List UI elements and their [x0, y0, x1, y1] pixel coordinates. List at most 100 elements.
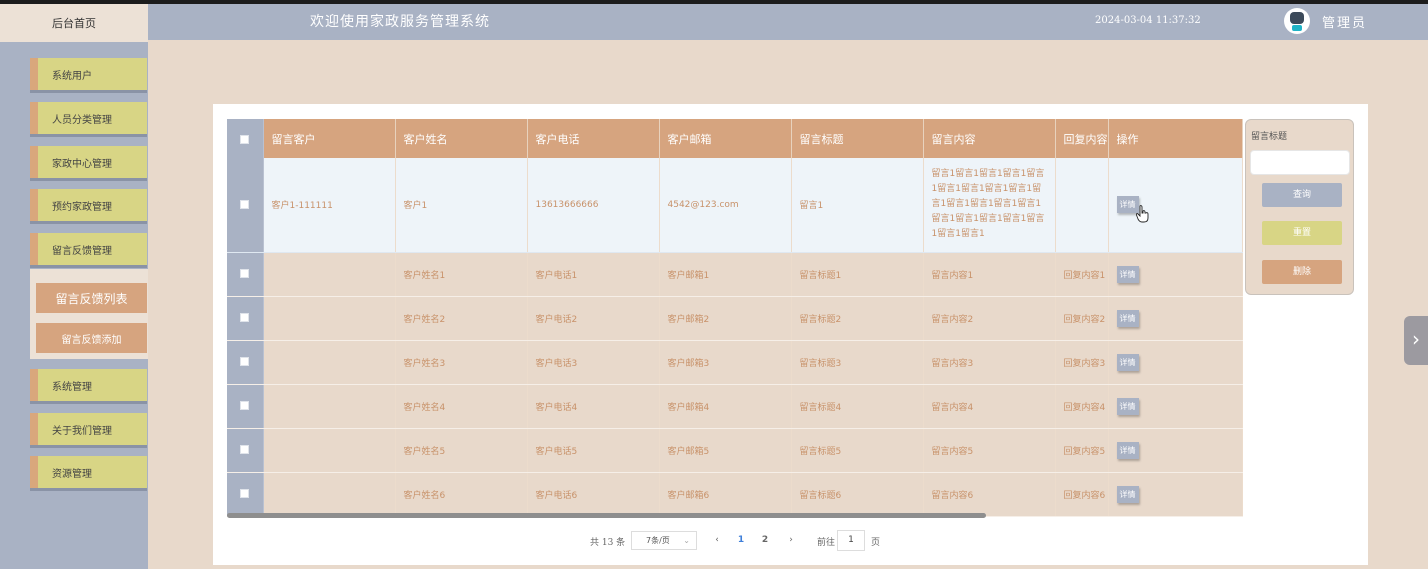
- row-checkbox[interactable]: [227, 472, 264, 517]
- page-size-value: 7条/页: [646, 536, 670, 545]
- cell-email: 客户邮箱5: [659, 428, 792, 473]
- avatar-robot-icon[interactable]: [1284, 8, 1310, 34]
- detail-button[interactable]: 详情: [1116, 353, 1139, 371]
- cell-customer: [263, 252, 396, 297]
- page-title: 欢迎使用家政服务管理系统: [310, 14, 490, 30]
- cell-reply: 回复内容5: [1055, 428, 1109, 473]
- prev-page-button[interactable]: ‹: [707, 531, 727, 550]
- col-header-content[interactable]: 留言内容: [923, 119, 1056, 158]
- detail-button[interactable]: 详情: [1116, 485, 1139, 503]
- sidebar-item-system-settings[interactable]: 系统管理: [30, 369, 147, 401]
- home-link[interactable]: 后台首页: [0, 4, 148, 42]
- row-checkbox[interactable]: [227, 384, 264, 429]
- cell-reply: 回复内容1: [1055, 252, 1109, 297]
- table-row[interactable]: 客户姓名6 客户电话6 客户邮箱6 留言标题6 留言内容6 回复内容6 详情: [227, 472, 1243, 517]
- table-row[interactable]: 客户姓名1 客户电话1 客户邮箱1 留言标题1 留言内容1 回复内容1 详情: [227, 252, 1243, 297]
- col-header-title[interactable]: 留言标题: [791, 119, 924, 158]
- goto-label: 前往: [817, 538, 836, 548]
- table-row[interactable]: 客户1-111111 客户1 13613666666 4542@123.com …: [227, 158, 1243, 253]
- goto-suffix: 页: [871, 538, 881, 548]
- hand-pointer-icon: [1136, 205, 1149, 223]
- detail-button[interactable]: 详情: [1116, 309, 1139, 327]
- cell-customer: [263, 340, 396, 385]
- search-panel: 留言标题 查询 重置 删除: [1245, 119, 1354, 295]
- sidebar-item-feedback[interactable]: 留言反馈管理: [30, 233, 147, 265]
- col-header-actions: 操作: [1108, 119, 1243, 158]
- cell-title: 留言标题3: [791, 340, 924, 385]
- cell-phone: 13613666666: [527, 158, 660, 253]
- cell-name: 客户姓名2: [395, 296, 528, 341]
- cell-name: 客户姓名3: [395, 340, 528, 385]
- cell-reply: 回复内容3: [1055, 340, 1109, 385]
- row-checkbox[interactable]: [227, 340, 264, 385]
- next-page-button[interactable]: ›: [781, 531, 801, 550]
- chevron-down-icon: ⌄: [683, 536, 690, 545]
- col-header-email[interactable]: 客户邮箱: [659, 119, 792, 158]
- cell-email: 4542@123.com: [659, 158, 792, 253]
- cell-customer: [263, 428, 396, 473]
- sidebar-item-system-users[interactable]: 系统用户: [30, 58, 147, 90]
- detail-button[interactable]: 详情: [1116, 441, 1139, 459]
- cell-reply: [1055, 158, 1109, 253]
- sidebar: 系统用户 人员分类管理 家政中心管理 预约家政管理 留言反馈管理 留言反馈列表 …: [0, 42, 148, 569]
- select-all-checkbox[interactable]: [227, 119, 264, 158]
- table-row[interactable]: 客户姓名4 客户电话4 客户邮箱4 留言标题4 留言内容4 回复内容4 详情: [227, 384, 1243, 429]
- cell-customer: [263, 384, 396, 429]
- col-header-phone[interactable]: 客户电话: [527, 119, 660, 158]
- cell-phone: 客户电话1: [527, 252, 660, 297]
- reset-button[interactable]: 重置: [1262, 221, 1342, 245]
- total-count: 共 13 条: [590, 538, 626, 548]
- query-button[interactable]: 查询: [1262, 183, 1342, 207]
- sidebar-item-staff-category[interactable]: 人员分类管理: [30, 102, 147, 134]
- user-name[interactable]: 管理员: [1322, 12, 1367, 31]
- cell-content: 留言内容1: [923, 252, 1056, 297]
- delete-button[interactable]: 删除: [1262, 260, 1342, 284]
- sidebar-item-booking[interactable]: 预约家政管理: [30, 189, 147, 221]
- row-checkbox[interactable]: [227, 252, 264, 297]
- cell-actions: 详情: [1108, 158, 1243, 253]
- submenu-feedback-add[interactable]: 留言反馈添加: [36, 323, 147, 353]
- row-checkbox[interactable]: [227, 428, 264, 473]
- row-checkbox[interactable]: [227, 296, 264, 341]
- cell-customer: [263, 472, 396, 517]
- cell-title: 留言标题4: [791, 384, 924, 429]
- page-2-button[interactable]: 2: [755, 531, 775, 550]
- sidebar-item-resources[interactable]: 资源管理: [30, 456, 147, 488]
- cell-phone: 客户电话5: [527, 428, 660, 473]
- cell-email: 客户邮箱3: [659, 340, 792, 385]
- cell-actions: 详情: [1108, 340, 1243, 385]
- sidebar-item-service-center[interactable]: 家政中心管理: [30, 146, 147, 178]
- table-row[interactable]: 客户姓名5 客户电话5 客户邮箱5 留言标题5 留言内容5 回复内容5 详情: [227, 428, 1243, 473]
- cell-reply: 回复内容2: [1055, 296, 1109, 341]
- page-size-select[interactable]: 7条/页 ⌄: [631, 531, 697, 550]
- cell-reply: 回复内容4: [1055, 384, 1109, 429]
- table-row[interactable]: 客户姓名2 客户电话2 客户邮箱2 留言标题2 留言内容2 回复内容2 详情: [227, 296, 1243, 341]
- cell-content: 留言内容4: [923, 384, 1056, 429]
- cell-title: 留言1: [791, 158, 924, 253]
- row-checkbox[interactable]: [227, 158, 264, 253]
- cell-email: 客户邮箱4: [659, 384, 792, 429]
- table-horizontal-scrollbar[interactable]: [227, 513, 986, 518]
- col-header-name[interactable]: 客户姓名: [395, 119, 528, 158]
- feedback-table: 留言客户 客户姓名 客户电话 客户邮箱 留言标题 留言内容 回复内容 操作 客户…: [227, 119, 1243, 517]
- table-header-row: 留言客户 客户姓名 客户电话 客户邮箱 留言标题 留言内容 回复内容 操作: [227, 119, 1243, 158]
- cell-title: 留言标题2: [791, 296, 924, 341]
- cell-actions: 详情: [1108, 384, 1243, 429]
- detail-button[interactable]: 详情: [1116, 397, 1139, 415]
- search-title-input[interactable]: [1250, 150, 1350, 175]
- page-1-button[interactable]: 1: [731, 531, 751, 550]
- expand-tab-chevron-right-icon[interactable]: ›: [1404, 316, 1428, 365]
- cell-content: 留言内容3: [923, 340, 1056, 385]
- detail-button[interactable]: 详情: [1116, 265, 1139, 283]
- submenu-feedback-list[interactable]: 留言反馈列表: [36, 283, 147, 313]
- col-header-reply[interactable]: 回复内容: [1055, 119, 1109, 158]
- table-row[interactable]: 客户姓名3 客户电话3 客户邮箱3 留言标题3 留言内容3 回复内容3 详情: [227, 340, 1243, 385]
- cell-title: 留言标题1: [791, 252, 924, 297]
- cell-reply: 回复内容6: [1055, 472, 1109, 517]
- cell-title: 留言标题5: [791, 428, 924, 473]
- col-header-customer[interactable]: 留言客户: [263, 119, 396, 158]
- sidebar-item-about-us[interactable]: 关于我们管理: [30, 413, 147, 445]
- cell-phone: 客户电话3: [527, 340, 660, 385]
- goto-page-input[interactable]: 1: [837, 530, 865, 551]
- cell-actions: 详情: [1108, 428, 1243, 473]
